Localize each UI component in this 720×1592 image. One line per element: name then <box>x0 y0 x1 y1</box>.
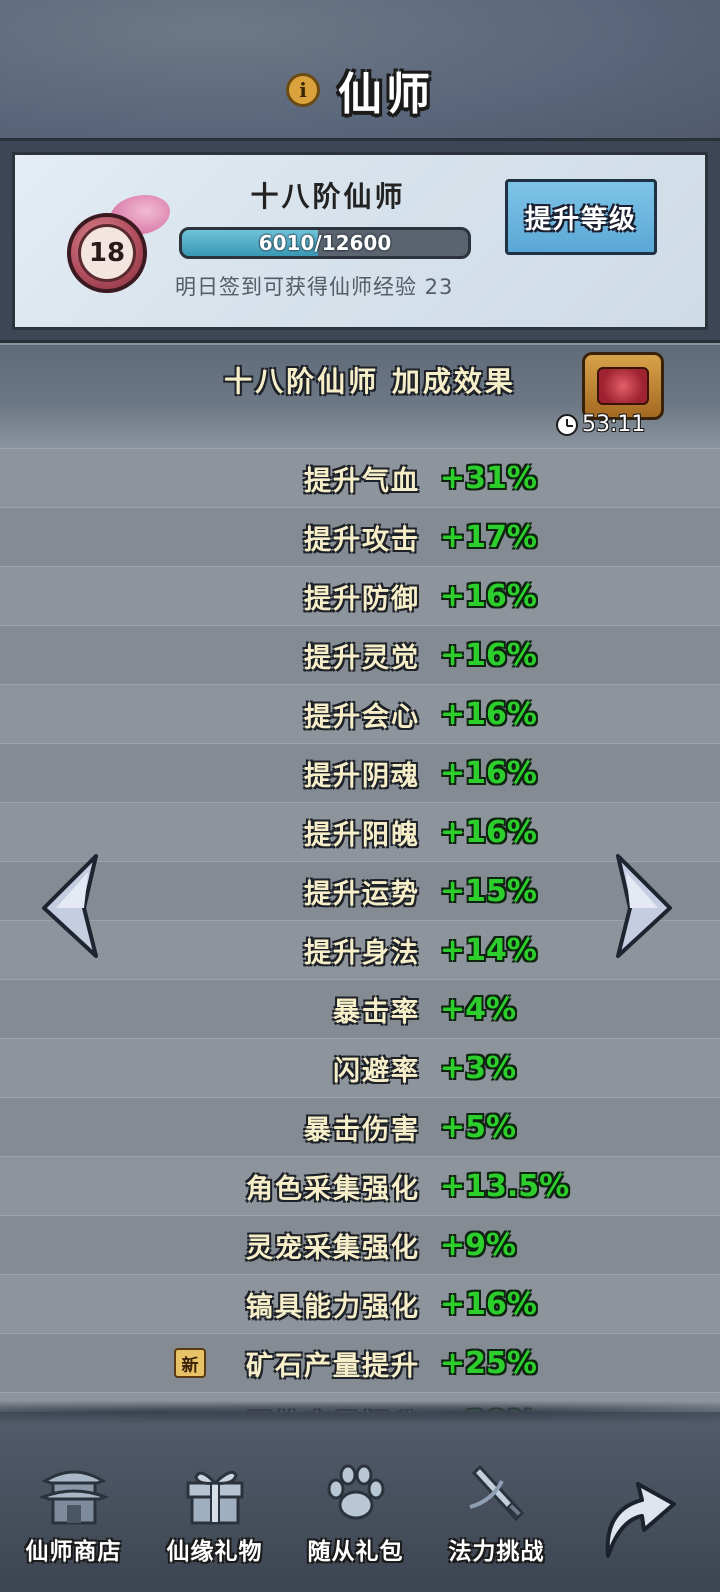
stat-name: 提升攻击 <box>304 524 420 556</box>
stat-value: +4% <box>440 991 517 1027</box>
stat-value: +13.5% <box>440 1168 570 1204</box>
stat-row: 角色采集强化 +13.5% <box>0 1156 720 1215</box>
nav-item-pet-pack[interactable]: 随从礼包 <box>288 1460 423 1580</box>
stat-value: +16% <box>440 696 537 732</box>
stat-row: 提升阴魂 +16% <box>0 743 720 802</box>
stat-row: 闪避率 +3% <box>0 1038 720 1097</box>
sword-icon <box>461 1460 533 1528</box>
stat-row: 新 矿石产量提升 +25% <box>0 1333 720 1392</box>
rank-title: 十八阶仙师 <box>250 180 406 213</box>
new-badge: 新 <box>174 1348 206 1378</box>
title-bar: i 仙师 <box>0 60 720 120</box>
stat-name-wrap: 角色采集强化 <box>0 1167 420 1206</box>
upgrade-level-button[interactable]: 提升等级 <box>505 179 657 255</box>
clock-icon <box>556 413 578 436</box>
info-icon[interactable]: i <box>286 73 320 107</box>
stat-row: 暴击伤害 +5% <box>0 1097 720 1156</box>
stat-name: 提升防御 <box>304 583 420 615</box>
nav-item-mana-challenge[interactable]: 法力挑战 <box>429 1460 564 1580</box>
stat-value: +31% <box>440 460 537 496</box>
level-badge: 18 <box>67 213 147 293</box>
page-title: 仙师 <box>338 69 434 120</box>
stat-name-wrap: 暴击伤害 <box>0 1108 420 1147</box>
stat-name: 角色采集强化 <box>246 1173 420 1205</box>
stat-row: 提升灵觉 +16% <box>0 625 720 684</box>
exp-progress-bar: 6010/12600 <box>179 227 471 259</box>
stat-name-wrap: 镐具能力强化 <box>0 1285 420 1324</box>
stat-name: 提升阴魂 <box>304 760 420 792</box>
signin-reward-text: 明日签到可获得仙师经验 23 <box>175 275 454 299</box>
stat-value: +25% <box>440 1345 537 1381</box>
stat-value: +5% <box>440 1109 517 1145</box>
stat-name: 提升会心 <box>304 701 420 733</box>
exp-text: 6010/12600 <box>258 231 392 255</box>
nav-label-gift: 仙缘礼物 <box>166 1538 263 1565</box>
paw-icon <box>320 1460 392 1528</box>
stat-value: +16% <box>440 1286 537 1322</box>
stat-row: 提升攻击 +17% <box>0 507 720 566</box>
level-number: 18 <box>78 224 136 282</box>
stat-name-wrap: 提升攻击 <box>0 518 420 557</box>
stat-name-wrap: 新 矿石产量提升 <box>0 1344 420 1383</box>
level-panel: 18 十八阶仙师 6010/12600 明日签到可获得仙师经验 23 提升等级 <box>12 152 708 330</box>
stat-name: 镐具能力强化 <box>246 1291 420 1323</box>
stat-name-wrap: 提升会心 <box>0 695 420 734</box>
gift-box-icon <box>179 1460 251 1528</box>
nav-label-pet-pack: 随从礼包 <box>307 1538 404 1565</box>
stat-name: 灵宠采集强化 <box>246 1232 420 1264</box>
stat-value: +16% <box>440 637 537 673</box>
stat-value: +16% <box>440 755 537 791</box>
bonus-title: 十八阶仙师 加成效果 <box>224 365 516 398</box>
stat-name: 提升气血 <box>304 465 420 497</box>
stat-name-wrap: 提升灵觉 <box>0 636 420 675</box>
stat-value: +15% <box>440 873 537 909</box>
nav-label-mana-challenge: 法力挑战 <box>448 1538 545 1565</box>
nav-item-gift[interactable]: 仙缘礼物 <box>147 1460 282 1580</box>
curved-arrow-back-icon[interactable] <box>598 1470 680 1562</box>
stat-value: +9% <box>440 1227 517 1263</box>
stat-name-wrap: 暴击率 <box>0 990 420 1029</box>
stat-name: 矿石产量提升 <box>246 1350 420 1382</box>
stat-value: +16% <box>440 578 537 614</box>
nav-item-shop[interactable]: 仙师商店 <box>6 1460 141 1580</box>
stat-name-wrap: 提升气血 <box>0 459 420 498</box>
stat-row: 暴击率 +4% <box>0 979 720 1038</box>
stat-name: 提升身法 <box>304 937 420 969</box>
stat-value: +16% <box>440 814 537 850</box>
stat-name-wrap: 灵宠采集强化 <box>0 1226 420 1265</box>
stat-value: +14% <box>440 932 537 968</box>
stat-name: 提升运势 <box>304 878 420 910</box>
stat-row: 提升防御 +16% <box>0 566 720 625</box>
treasure-chest-icon[interactable] <box>582 352 664 420</box>
chest-timer: 53:11 <box>556 412 645 437</box>
stat-value: +3% <box>440 1050 517 1086</box>
nav-label-shop: 仙师商店 <box>25 1538 122 1565</box>
stat-name: 暴击伤害 <box>304 1114 420 1146</box>
stat-name-wrap: 闪避率 <box>0 1049 420 1088</box>
stat-row: 提升会心 +16% <box>0 684 720 743</box>
previous-arrow-icon[interactable] <box>38 852 102 960</box>
stat-row: 提升气血 +31% <box>0 448 720 507</box>
stat-name: 提升灵觉 <box>304 642 420 674</box>
stat-name: 暴击率 <box>333 996 420 1028</box>
timer-text: 53:11 <box>582 412 646 437</box>
pavilion-icon <box>38 1460 110 1528</box>
stat-value: +17% <box>440 519 537 555</box>
stat-name-wrap: 提升防御 <box>0 577 420 616</box>
stat-name-wrap: 提升阳魄 <box>0 813 420 852</box>
stat-name: 提升阳魄 <box>304 819 420 851</box>
stat-name-wrap: 提升阴魂 <box>0 754 420 793</box>
stat-row: 灵宠采集强化 +9% <box>0 1215 720 1274</box>
stat-name: 闪避率 <box>333 1055 420 1087</box>
stat-row: 镐具能力强化 +16% <box>0 1274 720 1333</box>
next-arrow-icon[interactable] <box>612 852 676 960</box>
